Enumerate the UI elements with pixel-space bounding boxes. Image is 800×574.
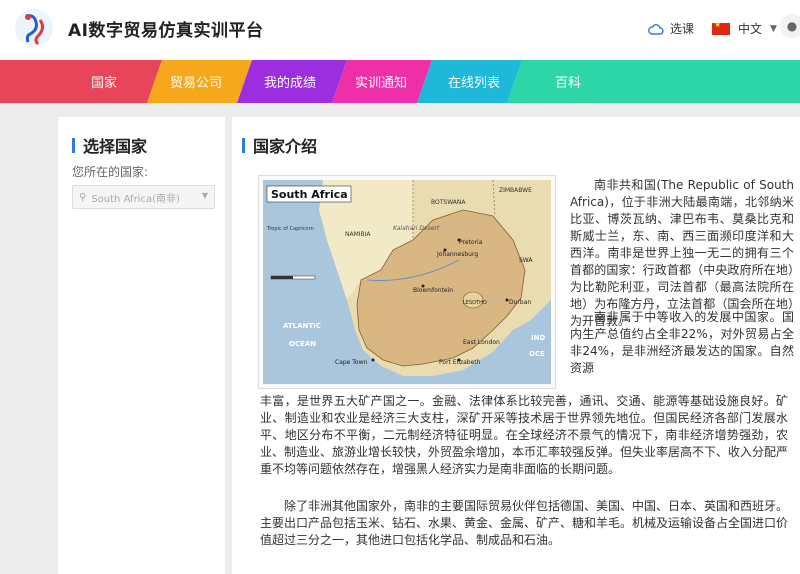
svg-text:LESOTHO: LESOTHO xyxy=(463,300,487,306)
platform-logo[interactable] xyxy=(14,8,54,48)
svg-text:BOTSWANA: BOTSWANA xyxy=(431,199,466,206)
svg-text:IND: IND xyxy=(531,334,545,342)
svg-text:Kalahari Desert: Kalahari Desert xyxy=(393,225,440,232)
tab-country[interactable]: 国家 xyxy=(60,60,148,103)
svg-text:ATLANTIC: ATLANTIC xyxy=(283,322,321,330)
app-title: AI数字贸易仿真实训平台 xyxy=(68,21,264,41)
china-flag-icon xyxy=(712,20,730,35)
country-intro-heading: 国家介绍 xyxy=(242,133,317,157)
heading-accent-bar xyxy=(72,137,75,153)
country-map: South Africa ZIMBABWE BOTSWANA NAMIBIA K… xyxy=(258,175,556,389)
intro-paragraph-4: 除了非洲其他国家外，南非的主要国际贸易伙伴包括德国、美国、中国、日本、英国和西班… xyxy=(260,499,789,547)
user-menu-icon[interactable]: ● xyxy=(780,14,800,38)
svg-text:OCE: OCE xyxy=(529,350,545,358)
map-title: South Africa xyxy=(271,188,348,201)
chevron-down-icon: ▼ xyxy=(770,23,777,34)
select-country-heading: 选择国家 xyxy=(72,133,147,157)
svg-text:SWA: SWA xyxy=(519,257,533,264)
select-country-panel: 选择国家 您所在的国家: ⚲ South Africa(南非) ▼ xyxy=(58,117,225,574)
tab-my-scores[interactable]: 我的成绩 xyxy=(244,60,336,103)
svg-text:Cape Town: Cape Town xyxy=(335,359,367,366)
svg-text:Tropic of Capricorn: Tropic of Capricorn xyxy=(266,226,314,232)
chevron-down-icon: ▼ xyxy=(201,191,208,200)
tab-encyclopedia[interactable]: 百科 xyxy=(522,60,614,103)
svg-text:East London: East London xyxy=(463,339,500,346)
svg-text:Pretoria: Pretoria xyxy=(459,239,483,246)
language-label: 中文 xyxy=(738,22,763,36)
tab-training-notice[interactable]: 实训通知 xyxy=(336,60,426,103)
svg-text:Johannesburg: Johannesburg xyxy=(436,251,478,258)
svg-text:ZIMBABWE: ZIMBABWE xyxy=(499,187,532,194)
svg-text:Durban: Durban xyxy=(509,299,531,306)
header: AI数字贸易仿真实训平台 选课 中文 ▼ ● xyxy=(0,0,800,60)
search-icon: ⚲ xyxy=(79,191,87,203)
main-nav: 国家 贸易公司 我的成绩 实训通知 在线列表 百科 xyxy=(0,60,800,103)
country-intro-panel: 国家介绍 South Africa ZIMBABWE BOTSWANA NAMI… xyxy=(232,117,800,574)
svg-text:NAMIBIA: NAMIBIA xyxy=(345,231,371,238)
cloud-icon xyxy=(648,23,664,35)
country-label: 您所在的国家: xyxy=(72,165,149,179)
country-select[interactable]: ⚲ South Africa(南非) ▼ xyxy=(72,185,215,209)
tab-online-list[interactable]: 在线列表 xyxy=(428,60,520,103)
country-select-value: South Africa(南非) xyxy=(91,193,180,205)
heading-accent-bar xyxy=(242,137,245,153)
svg-text:Bloemfontein: Bloemfontein xyxy=(413,287,453,294)
select-course-label: 选课 xyxy=(670,22,695,36)
select-course-button[interactable]: 选课 xyxy=(648,20,694,37)
south-africa-map-image: South Africa ZIMBABWE BOTSWANA NAMIBIA K… xyxy=(263,180,551,384)
intro-paragraph-3: 丰富，是世界五大矿产国之一。金融、法律体系比较完善，通讯、交通、能源等基础设施良… xyxy=(260,394,789,476)
intro-paragraph-2: 南非属于中等收入的发展中国家。国内生产总值约占全非22%，对外贸易占全非24%，… xyxy=(570,310,794,375)
intro-paragraph-1: 南非共和国(The Republic of South Africa)，位于非洲… xyxy=(570,178,794,328)
language-selector[interactable]: 中文 ▼ xyxy=(712,20,777,37)
tab-trade-company[interactable]: 贸易公司 xyxy=(150,60,242,103)
svg-text:OCEAN: OCEAN xyxy=(289,340,316,348)
